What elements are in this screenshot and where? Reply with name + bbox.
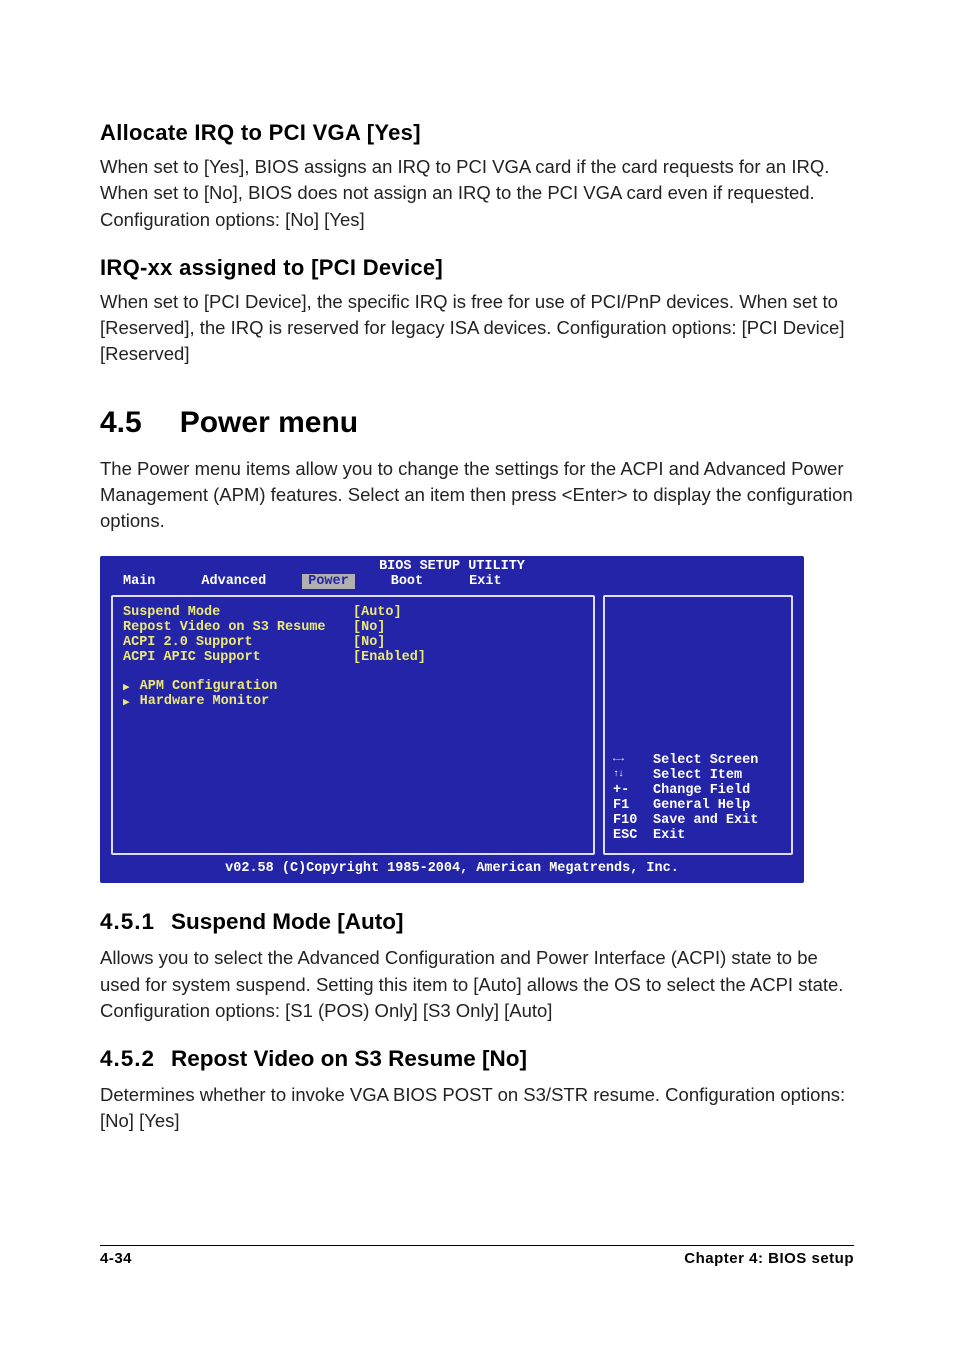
- heading-title: Power menu: [180, 406, 358, 439]
- bios-item-value: [Enabled]: [353, 650, 426, 665]
- bios-item-repost[interactable]: Repost Video on S3 Resume [No]: [123, 620, 583, 635]
- bios-help-pane: ←→ Select Screen ↑↓ Select Item +- Chang…: [603, 595, 793, 855]
- bios-screenshot: BIOS SETUP UTILITY Main Advanced Power B…: [100, 556, 804, 883]
- bios-item-acpi20[interactable]: ACPI 2.0 Support [No]: [123, 635, 583, 650]
- body-irq-xx: When set to [PCI Device], the specific I…: [100, 289, 854, 368]
- help-text: Change Field: [653, 783, 750, 798]
- bios-left-pane: Suspend Mode [Auto] Repost Video on S3 R…: [111, 595, 595, 855]
- bios-submenu-label: APM Configuration: [140, 679, 278, 694]
- bios-body: Suspend Mode [Auto] Repost Video on S3 R…: [103, 589, 801, 861]
- bios-title: BIOS SETUP UTILITY: [103, 559, 801, 574]
- bios-item-label: ACPI 2.0 Support: [123, 635, 353, 650]
- sub-number: 4.5.2: [100, 1046, 155, 1071]
- sub-title: Suspend Mode [Auto]: [171, 909, 403, 934]
- bios-submenu-hw[interactable]: ▶ Hardware Monitor: [123, 694, 583, 709]
- help-key: F1: [613, 798, 653, 813]
- bios-item-value: [Auto]: [353, 605, 402, 620]
- submenu-arrow-icon: ▶: [123, 695, 130, 709]
- bios-submenu-label: Hardware Monitor: [140, 694, 270, 709]
- bios-help-list: ←→ Select Screen ↑↓ Select Item +- Chang…: [613, 753, 783, 843]
- body-allocate-irq: When set to [Yes], BIOS assigns an IRQ t…: [100, 154, 854, 233]
- heading-suspend-mode: 4.5.1 Suspend Mode [Auto]: [100, 909, 854, 935]
- help-row: +- Change Field: [613, 783, 783, 798]
- sub-title: Repost Video on S3 Resume [No]: [171, 1046, 527, 1071]
- help-text: Save and Exit: [653, 813, 758, 828]
- bios-tab-main[interactable]: Main: [113, 574, 165, 589]
- bios-footer: v02.58 (C)Copyright 1985-2004, American …: [103, 861, 801, 880]
- body-repost-video: Determines whether to invoke VGA BIOS PO…: [100, 1082, 854, 1135]
- bios-item-suspend[interactable]: Suspend Mode [Auto]: [123, 605, 583, 620]
- sub-number: 4.5.1: [100, 909, 155, 934]
- bios-tab-bar: Main Advanced Power Boot Exit: [103, 574, 801, 589]
- bios-tab-advanced[interactable]: Advanced: [191, 574, 276, 589]
- bios-item-value: [No]: [353, 635, 385, 650]
- bios-tab-power[interactable]: Power: [302, 574, 355, 589]
- help-row: ←→ Select Screen: [613, 753, 783, 768]
- chapter-label: Chapter 4: BIOS setup: [684, 1250, 854, 1267]
- help-row: ESC Exit: [613, 828, 783, 843]
- submenu-arrow-icon: ▶: [123, 680, 130, 694]
- bios-item-label: Suspend Mode: [123, 605, 353, 620]
- up-down-arrows-icon: ↑↓: [613, 768, 653, 783]
- bios-submenu-apm[interactable]: ▶ APM Configuration: [123, 679, 583, 694]
- page-number: 4-34: [100, 1250, 132, 1267]
- help-text: Select Item: [653, 768, 742, 783]
- help-key: F10: [613, 813, 653, 828]
- left-right-arrows-icon: ←→: [613, 753, 653, 768]
- bios-tab-boot[interactable]: Boot: [381, 574, 433, 589]
- heading-number: 4.5: [100, 406, 142, 439]
- bios-item-acpi-apic[interactable]: ACPI APIC Support [Enabled]: [123, 650, 583, 665]
- help-key: ESC: [613, 828, 653, 843]
- bios-item-label: Repost Video on S3 Resume: [123, 620, 353, 635]
- heading-allocate-irq: Allocate IRQ to PCI VGA [Yes]: [100, 120, 854, 146]
- bios-item-value: [No]: [353, 620, 385, 635]
- bios-item-label: ACPI APIC Support: [123, 650, 353, 665]
- help-row: F1 General Help: [613, 798, 783, 813]
- help-row: F10 Save and Exit: [613, 813, 783, 828]
- body-suspend-mode: Allows you to select the Advanced Config…: [100, 945, 854, 1024]
- heading-irq-xx: IRQ-xx assigned to [PCI Device]: [100, 255, 854, 281]
- help-text: Exit: [653, 828, 685, 843]
- body-power-intro: The Power menu items allow you to change…: [100, 456, 854, 535]
- help-row: ↑↓ Select Item: [613, 768, 783, 783]
- help-text: General Help: [653, 798, 750, 813]
- heading-repost-video: 4.5.2 Repost Video on S3 Resume [No]: [100, 1046, 854, 1072]
- help-text: Select Screen: [653, 753, 758, 768]
- bios-tab-exit[interactable]: Exit: [459, 574, 511, 589]
- help-key: +-: [613, 783, 653, 798]
- heading-power-menu: 4.5 Power menu: [100, 406, 854, 440]
- page-footer: 4-34 Chapter 4: BIOS setup: [100, 1245, 854, 1267]
